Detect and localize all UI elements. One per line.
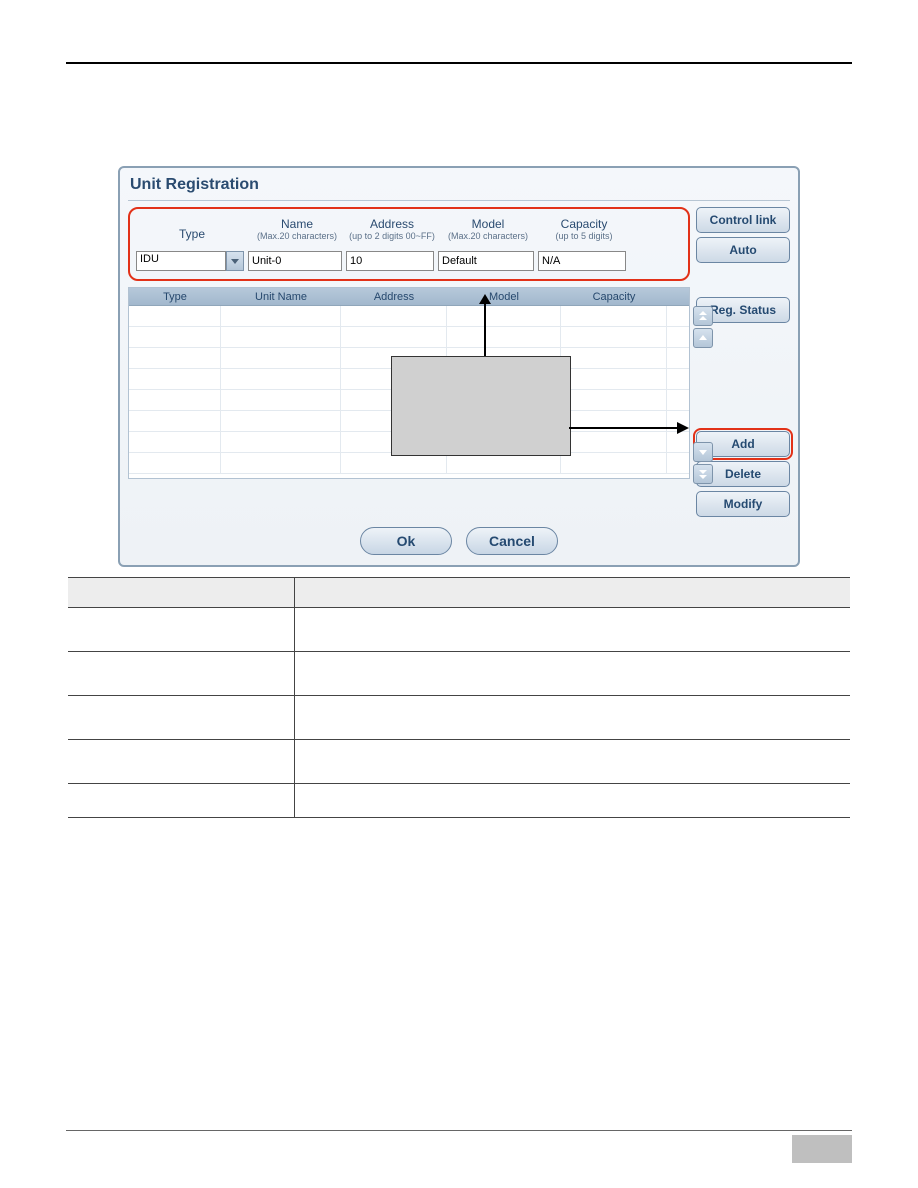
dialog-title: Unit Registration	[128, 174, 790, 201]
grid-header-model: Model	[447, 291, 561, 303]
header-address-sub: (up to 2 digits 00~FF)	[349, 231, 435, 241]
header-type: Type	[179, 227, 205, 241]
unit-registration-dialog: Unit Registration Type Name(Max.20 chara…	[118, 166, 800, 567]
grid-scroll-buttons	[693, 306, 713, 484]
grid-header: Type Unit Name Address Model Capacity	[129, 288, 689, 306]
page-bottom-rule	[66, 1130, 852, 1131]
scroll-top-icon[interactable]	[693, 306, 713, 326]
header-address: Address	[370, 217, 414, 231]
grid-body[interactable]	[129, 306, 689, 478]
type-select[interactable]: IDU	[136, 251, 244, 271]
capacity-input[interactable]	[538, 251, 626, 271]
modify-button[interactable]: Modify	[696, 491, 790, 517]
grid-header-unit-name: Unit Name	[221, 291, 341, 303]
input-headers: Type Name(Max.20 characters) Address(up …	[136, 215, 682, 245]
header-name-sub: (Max.20 characters)	[257, 231, 337, 241]
model-input[interactable]	[438, 251, 534, 271]
unit-grid: Type Unit Name Address Model Capacity	[128, 287, 690, 479]
type-select-value: IDU	[136, 251, 226, 271]
grid-header-type: Type	[129, 291, 221, 303]
address-input[interactable]	[346, 251, 434, 271]
scroll-down-icon[interactable]	[693, 442, 713, 462]
header-capacity: Capacity	[561, 217, 608, 231]
dropdown-icon[interactable]	[226, 251, 244, 271]
grid-header-address: Address	[341, 291, 447, 303]
scroll-up-icon[interactable]	[693, 328, 713, 348]
grid-header-capacity: Capacity	[561, 291, 667, 303]
scroll-bottom-icon[interactable]	[693, 464, 713, 484]
page-number-box	[792, 1135, 852, 1163]
cancel-button[interactable]: Cancel	[466, 527, 558, 555]
header-model-sub: (Max.20 characters)	[448, 231, 528, 241]
page-top-rule	[66, 62, 852, 64]
description-table	[68, 577, 850, 818]
ok-button[interactable]: Ok	[360, 527, 452, 555]
auto-button[interactable]: Auto	[696, 237, 790, 263]
header-model: Model	[472, 217, 505, 231]
header-name: Name	[281, 217, 313, 231]
control-link-button[interactable]: Control link	[696, 207, 790, 233]
input-fields-highlight: Type Name(Max.20 characters) Address(up …	[128, 207, 690, 281]
name-input[interactable]	[248, 251, 342, 271]
header-capacity-sub: (up to 5 digits)	[555, 231, 612, 241]
